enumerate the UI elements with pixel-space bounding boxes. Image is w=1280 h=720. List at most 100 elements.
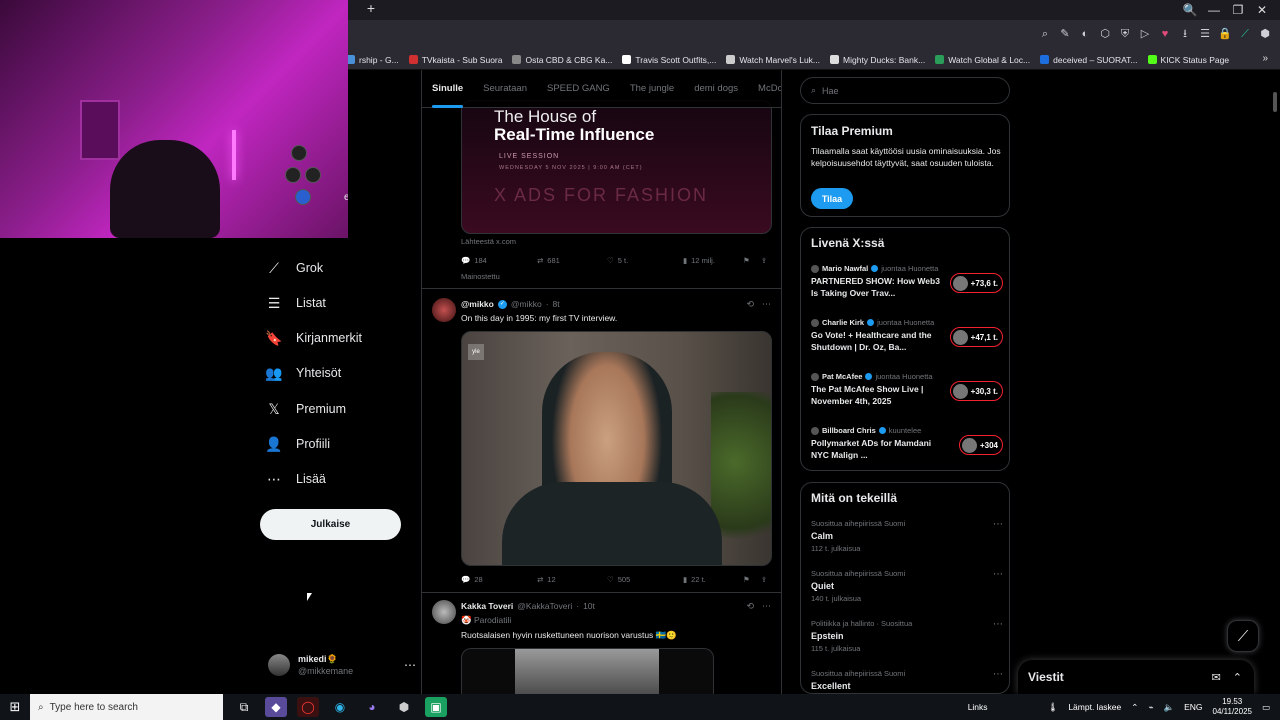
- more-icon[interactable]: ⋯: [762, 601, 771, 612]
- nav-item-profiili[interactable]: 👤 Profiili: [265, 436, 330, 452]
- more-icon[interactable]: ⋯: [993, 669, 1003, 680]
- post-handle[interactable]: @KakkaToveri: [517, 601, 572, 611]
- more-icon[interactable]: ⋯: [993, 569, 1003, 580]
- subscribe-button[interactable]: Tilaa: [811, 188, 853, 209]
- bookmark-icon[interactable]: ⚑: [743, 256, 761, 265]
- menu-icon[interactable]: ☰: [1198, 26, 1212, 42]
- views-button[interactable]: ▮ 22 t.: [683, 575, 743, 584]
- share-icon[interactable]: ⇪: [761, 256, 767, 265]
- nav-item-premium[interactable]: 𝕏 Premium: [266, 401, 346, 417]
- chevron-up-icon[interactable]: ⌃: [1233, 671, 1242, 684]
- trend-item[interactable]: Politiikka ja hallinto · Suosittua Epstei…: [811, 619, 1003, 659]
- bookmark-item[interactable]: deceived – SUORAT...: [1040, 55, 1138, 65]
- live-item[interactable]: Charlie Kirk juontaa Huonetta Go Vote! + H…: [811, 318, 1003, 364]
- bookmark-item[interactable]: KICK Status Page: [1147, 55, 1229, 65]
- language-indicator[interactable]: ENG: [1184, 702, 1202, 712]
- clock[interactable]: 19.53 04/11/2025: [1213, 697, 1252, 717]
- account-switcher[interactable]: mikedi🌻 @mikkemane ⋯: [268, 650, 416, 680]
- bookmark-icon[interactable]: ⚑: [743, 575, 761, 584]
- like-button[interactable]: ♡ 5 t.: [607, 256, 683, 265]
- ad-source-link[interactable]: Lähteestä x.com: [461, 237, 516, 246]
- tab-2[interactable]: SPEED GANG: [537, 70, 620, 108]
- close-button[interactable]: ✕: [1250, 0, 1274, 20]
- app-icon[interactable]: ▣: [425, 697, 447, 717]
- extension-icon[interactable]: ⬡: [1098, 26, 1112, 42]
- links-toolbar[interactable]: Links: [968, 702, 988, 712]
- more-icon[interactable]: ⋯: [993, 519, 1003, 530]
- weather-icon[interactable]: 🌡: [1048, 702, 1059, 713]
- nav-item-listat[interactable]: ☰ Listat: [266, 295, 326, 311]
- grok-icon[interactable]: ⟲: [746, 601, 754, 612]
- notifications-icon[interactable]: ▭: [1262, 702, 1270, 713]
- live-item[interactable]: Mario Nawfal juontaa Huonetta PARTNERED SH…: [811, 264, 1003, 310]
- grok-fab-icon[interactable]: ⟋: [1227, 620, 1259, 652]
- task-view-icon[interactable]: ⧉: [233, 697, 255, 717]
- post-display-name[interactable]: @mikko: [461, 299, 494, 309]
- screenshot-icon[interactable]: ◐: [1078, 26, 1092, 42]
- zoom-icon[interactable]: ⌕: [1038, 26, 1052, 42]
- views-button[interactable]: ▮ 12 milj.: [683, 256, 743, 265]
- live-item[interactable]: Pat McAfee juontaa Huonetta The Pat McAfee…: [811, 372, 1003, 418]
- taskbar-search[interactable]: ⌕ Type here to search: [30, 694, 223, 720]
- network-icon[interactable]: ⌁: [1148, 702, 1153, 713]
- like-button[interactable]: ♡ 505: [607, 575, 683, 584]
- more-icon[interactable]: ⋯: [404, 658, 416, 672]
- tab-4[interactable]: demi dogs: [684, 70, 748, 108]
- live-item[interactable]: Billboard Chris kuuntelee Pollymarket ADs …: [811, 426, 1003, 470]
- more-icon[interactable]: ⋯: [993, 619, 1003, 630]
- edit-icon[interactable]: ✎: [1058, 26, 1072, 42]
- opera-icon[interactable]: ◯: [297, 697, 319, 717]
- maximize-button[interactable]: ❐: [1226, 0, 1250, 20]
- post-display-name[interactable]: Kakka Toveri: [461, 601, 513, 611]
- edge-icon[interactable]: ◉: [329, 697, 351, 717]
- post-handle[interactable]: @mikko: [511, 299, 542, 309]
- grok-icon[interactable]: ⟲: [746, 299, 754, 310]
- heart-icon[interactable]: ♥: [1158, 26, 1172, 42]
- scrollbar[interactable]: [1273, 92, 1277, 112]
- bookmark-item[interactable]: Watch Global & Loc...: [935, 55, 1030, 65]
- post-time[interactable]: 8t: [553, 299, 560, 309]
- bookmark-item[interactable]: Travis Scott Outfits,...: [622, 55, 716, 65]
- weather-text[interactable]: Lämpt. laskee: [1068, 702, 1121, 712]
- reply-button[interactable]: 💬 184: [461, 256, 537, 265]
- bookmark-item[interactable]: Mighty Ducks: Bank...: [830, 55, 925, 65]
- post-button[interactable]: Julkaise: [260, 509, 401, 540]
- search-input[interactable]: ⌕ Hae: [800, 77, 1010, 104]
- bookmark-item[interactable]: rship - G...: [346, 55, 399, 65]
- app-icon[interactable]: ◆: [265, 697, 287, 717]
- lock-icon[interactable]: 🔒: [1218, 26, 1232, 42]
- shield-icon[interactable]: ⛨: [1118, 26, 1132, 42]
- ad-media[interactable]: The House of Real-Time Influence LIVE SE…: [461, 100, 772, 234]
- browser-search-icon[interactable]: 🔍: [1178, 0, 1202, 20]
- nav-item-yhteisöt[interactable]: 👥 Yhteisöt: [265, 365, 341, 381]
- repost-button[interactable]: ⇄ 681: [537, 256, 607, 265]
- download-icon[interactable]: ⭳: [1178, 26, 1192, 42]
- tab-1[interactable]: Seurataan: [473, 70, 537, 108]
- tab-0[interactable]: Sinulle: [422, 70, 473, 108]
- new-tab-button[interactable]: +: [364, 1, 378, 15]
- bookmark-item[interactable]: Watch Marvel's Luk...: [726, 55, 820, 65]
- nav-item-kirjanmerkit[interactable]: 🔖 Kirjanmerkit: [265, 330, 362, 346]
- reply-button[interactable]: 💬 28: [461, 575, 537, 584]
- share-icon[interactable]: ⇪: [761, 575, 767, 584]
- tab-5[interactable]: McDonal: [748, 70, 781, 108]
- windows-start-icon[interactable]: ⊞: [0, 694, 30, 720]
- post-video[interactable]: yle: [461, 331, 772, 566]
- trend-item[interactable]: Suosittua aihepiirissä Suomi Excellent ⋯: [811, 669, 1003, 693]
- compose-message-icon[interactable]: ✉: [1212, 671, 1221, 684]
- bookmark-item[interactable]: TVkaista - Sub Suora: [408, 55, 502, 65]
- more-icon[interactable]: ⋯: [762, 299, 771, 310]
- grok-ext-icon[interactable]: ⟋: [1238, 26, 1252, 42]
- bookmark-item[interactable]: Osta CBD & CBG Ka...: [512, 55, 612, 65]
- trend-item[interactable]: Suosittua aihepiirissä Suomi Quiet 140 t. …: [811, 569, 1003, 609]
- bookmarks-overflow-icon[interactable]: »: [1262, 53, 1268, 64]
- nav-item-lisää[interactable]: ⋯ Lisää: [266, 471, 326, 487]
- play-icon[interactable]: ▷: [1138, 26, 1152, 42]
- trend-item[interactable]: Suosittua aihepiirissä Suomi Calm 112 t. j…: [811, 519, 1003, 559]
- discord-icon[interactable]: ◕: [361, 697, 383, 717]
- minimize-button[interactable]: —: [1202, 0, 1226, 20]
- tab-3[interactable]: The jungle: [620, 70, 684, 108]
- post-time[interactable]: 10t: [583, 601, 595, 611]
- nav-item-grok[interactable]: ⟋ Grok: [266, 260, 323, 276]
- app-icon[interactable]: ⬢: [393, 697, 415, 717]
